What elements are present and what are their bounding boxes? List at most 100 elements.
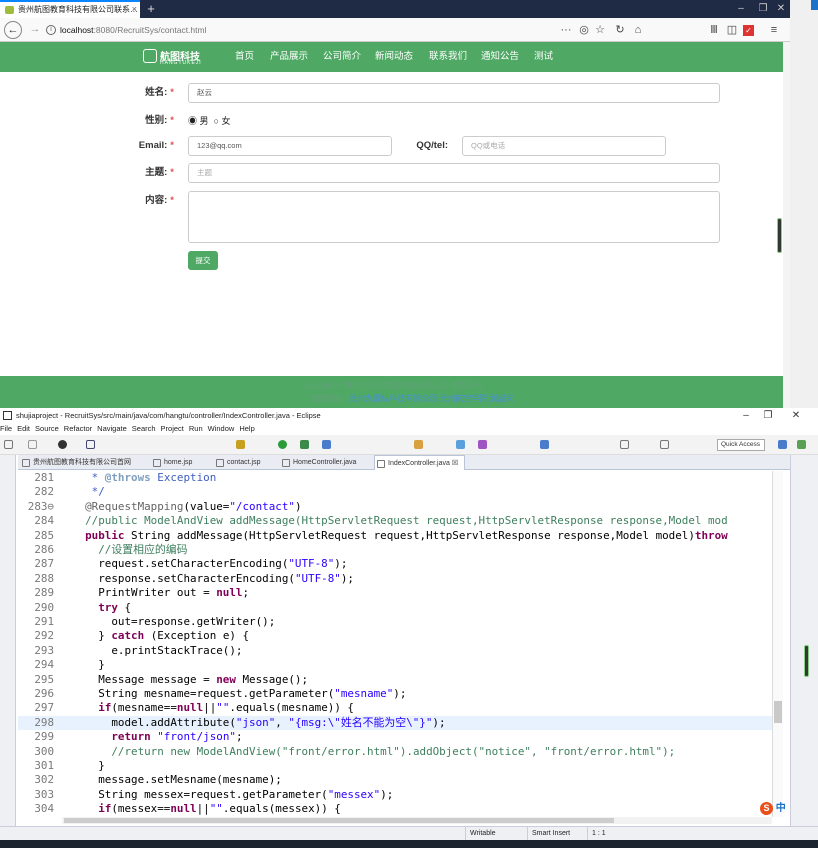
code-line[interactable]: 291 out=response.getWriter(); bbox=[18, 615, 772, 629]
url-bar[interactable]: i localhost:8080/RecruitSys/contact.html bbox=[46, 21, 546, 39]
sidebar-icon[interactable]: ◫ bbox=[724, 21, 740, 39]
editor-vertical-scrollbar[interactable] bbox=[772, 471, 783, 817]
nav-about[interactable]: 公司简介 bbox=[323, 50, 361, 64]
footer-link[interactable]: 贵州九鼎纵科技有限公司 贵州航空学院 润城天 bbox=[349, 394, 513, 403]
bookmark-star-icon[interactable]: ☆ bbox=[592, 21, 608, 39]
minimize-button[interactable]: – bbox=[730, 0, 752, 18]
code-editor[interactable]: 281 * @throws Exception 282 */283⊖ @Reque… bbox=[18, 471, 772, 817]
run-config-icon[interactable] bbox=[300, 440, 309, 449]
code-text[interactable]: return "front/json"; bbox=[72, 730, 242, 744]
nav-home[interactable]: 首页 bbox=[235, 50, 254, 64]
eclipse-minimize-button[interactable]: – bbox=[735, 408, 757, 423]
site-logo[interactable]: 航图科技 HANGTUKEJI bbox=[143, 47, 213, 69]
menu-search[interactable]: Search bbox=[132, 424, 156, 433]
new-tab-button[interactable]: + bbox=[144, 0, 158, 18]
code-text[interactable]: @RequestMapping(value="/contact") bbox=[72, 500, 301, 514]
eclipse-close-button[interactable]: ✕ bbox=[785, 408, 807, 423]
scrollbar-thumb[interactable] bbox=[774, 701, 782, 723]
code-text[interactable]: response.setCharacterEncoding("UTF-8"); bbox=[72, 572, 354, 586]
code-text[interactable]: String messex=request.getParameter("mess… bbox=[72, 788, 393, 802]
name-input[interactable]: 赵云 bbox=[188, 83, 720, 103]
code-text[interactable]: e.printStackTrace(); bbox=[72, 644, 242, 658]
code-line[interactable]: 293 e.printStackTrace(); bbox=[18, 644, 772, 658]
page-actions-icon[interactable]: ··· bbox=[558, 21, 574, 39]
terminal-icon[interactable] bbox=[86, 440, 95, 449]
code-line[interactable]: 284 //public ModelAndView addMessage(Htt… bbox=[18, 514, 772, 528]
code-line[interactable]: 288 response.setCharacterEncoding("UTF-8… bbox=[18, 572, 772, 586]
menu-refactor[interactable]: Refactor bbox=[64, 424, 92, 433]
code-text[interactable]: String mesname=request.getParameter("mes… bbox=[72, 687, 406, 701]
gender-male-radio[interactable]: ◉ bbox=[188, 116, 197, 126]
menu-edit[interactable]: Edit bbox=[17, 424, 30, 433]
close-window-button[interactable]: ✕ bbox=[770, 0, 792, 18]
gender-female-radio[interactable]: ○ bbox=[214, 116, 219, 126]
nav-news[interactable]: 新闻动态 bbox=[375, 50, 413, 64]
menu-help[interactable]: Help bbox=[239, 424, 254, 433]
code-line[interactable]: 290 try { bbox=[18, 601, 772, 615]
scrollbar-thumb[interactable] bbox=[64, 818, 614, 823]
nav-notices[interactable]: 通知公告 bbox=[481, 50, 519, 64]
menu-source[interactable]: Source bbox=[35, 424, 59, 433]
open-folder-icon[interactable] bbox=[414, 440, 423, 449]
code-line[interactable]: 294 } bbox=[18, 658, 772, 672]
code-line[interactable]: 281 * @throws Exception bbox=[18, 471, 772, 485]
site-info-icon[interactable]: i bbox=[46, 25, 56, 35]
menu-file[interactable]: File bbox=[0, 424, 12, 433]
code-line[interactable]: 301 } bbox=[18, 759, 772, 773]
back-arrow-icon[interactable]: ← bbox=[4, 21, 22, 39]
code-text[interactable]: try { bbox=[72, 601, 131, 615]
search-icon[interactable] bbox=[478, 440, 487, 449]
code-text[interactable]: model.addAttribute("json", "{msg:\"姓名不能为… bbox=[72, 716, 445, 730]
code-text[interactable]: out=response.getWriter(); bbox=[72, 615, 275, 629]
nav-contact[interactable]: 联系我们 bbox=[429, 50, 467, 64]
java-perspective-icon[interactable] bbox=[797, 440, 806, 449]
tab-browser-page[interactable]: 贵州航图教育科技有限公司首网 bbox=[20, 455, 131, 470]
new-file-icon[interactable] bbox=[4, 440, 13, 449]
run-icon[interactable] bbox=[278, 440, 287, 449]
code-line[interactable]: 292 } catch (Exception e) { bbox=[18, 629, 772, 643]
code-line[interactable]: 287 request.setCharacterEncoding("UTF-8"… bbox=[18, 557, 772, 571]
code-line[interactable]: 286 //设置相应的编码 bbox=[18, 543, 772, 557]
email-input[interactable]: 123@qq.com bbox=[188, 136, 392, 156]
editor-horizontal-scrollbar[interactable] bbox=[62, 817, 772, 824]
code-line[interactable]: 289 PrintWriter out = null; bbox=[18, 586, 772, 600]
reload-icon[interactable]: ↻ bbox=[612, 21, 628, 39]
tab-home-jsp[interactable]: home.jsp bbox=[151, 455, 192, 470]
code-line[interactable]: 297 if(mesname==null||"".equals(mesname)… bbox=[18, 701, 772, 715]
code-text[interactable]: if(mesname==null||"".equals(mesname)) { bbox=[72, 701, 354, 715]
external-tools-icon[interactable] bbox=[322, 440, 331, 449]
browser-tab[interactable]: 贵州航图教育科技有限公司联系… × bbox=[0, 0, 140, 18]
code-text[interactable]: //public ModelAndView addMessage(HttpSer… bbox=[72, 514, 728, 528]
side-panel-handle[interactable] bbox=[777, 218, 782, 253]
code-text[interactable]: Message message = new Message(); bbox=[72, 673, 308, 687]
submit-button[interactable]: 提交 bbox=[188, 251, 218, 270]
code-line[interactable]: 295 Message message = new Message(); bbox=[18, 673, 772, 687]
code-text[interactable]: */ bbox=[72, 485, 105, 499]
code-line[interactable]: 303 String messex=request.getParameter("… bbox=[18, 788, 772, 802]
code-text[interactable]: //return new ModelAndView("front/error.h… bbox=[72, 745, 675, 759]
nav-products[interactable]: 产品展示 bbox=[270, 50, 308, 64]
code-line[interactable]: 299 return "front/json"; bbox=[18, 730, 772, 744]
code-line[interactable]: 298 model.addAttribute("json", "{msg:\"姓… bbox=[18, 715, 772, 731]
build-icon[interactable] bbox=[236, 440, 245, 449]
right-panel-handle[interactable] bbox=[804, 645, 809, 677]
quick-access-input[interactable]: Quick Access bbox=[717, 439, 765, 451]
save-icon[interactable] bbox=[28, 440, 37, 449]
nav-test[interactable]: 测试 bbox=[534, 50, 553, 64]
code-text[interactable]: * @throws Exception bbox=[72, 471, 217, 485]
code-text[interactable]: request.setCharacterEncoding("UTF-8"); bbox=[72, 557, 347, 571]
qq-input[interactable]: QQ或电话 bbox=[462, 136, 666, 156]
hamburger-menu-icon[interactable]: ≡ bbox=[766, 21, 782, 39]
code-text[interactable]: } bbox=[72, 658, 105, 672]
home-icon[interactable]: ⌂ bbox=[630, 21, 646, 39]
code-line[interactable]: 285 public String addMessage(HttpServlet… bbox=[18, 529, 772, 543]
browser-scrollbar[interactable] bbox=[783, 42, 790, 408]
open-type-icon[interactable] bbox=[456, 440, 465, 449]
code-text[interactable]: public String addMessage(HttpServletRequ… bbox=[72, 529, 728, 543]
tab-contact-jsp[interactable]: contact.jsp bbox=[214, 455, 260, 470]
annotation-icon[interactable] bbox=[540, 440, 549, 449]
code-text[interactable]: PrintWriter out = null; bbox=[72, 586, 249, 600]
code-line[interactable]: 300 //return new ModelAndView("front/err… bbox=[18, 745, 772, 759]
code-line[interactable]: 302 message.setMesname(mesname); bbox=[18, 773, 772, 787]
code-text[interactable]: if(messex==null||"".equals(messex)) { bbox=[72, 802, 341, 816]
